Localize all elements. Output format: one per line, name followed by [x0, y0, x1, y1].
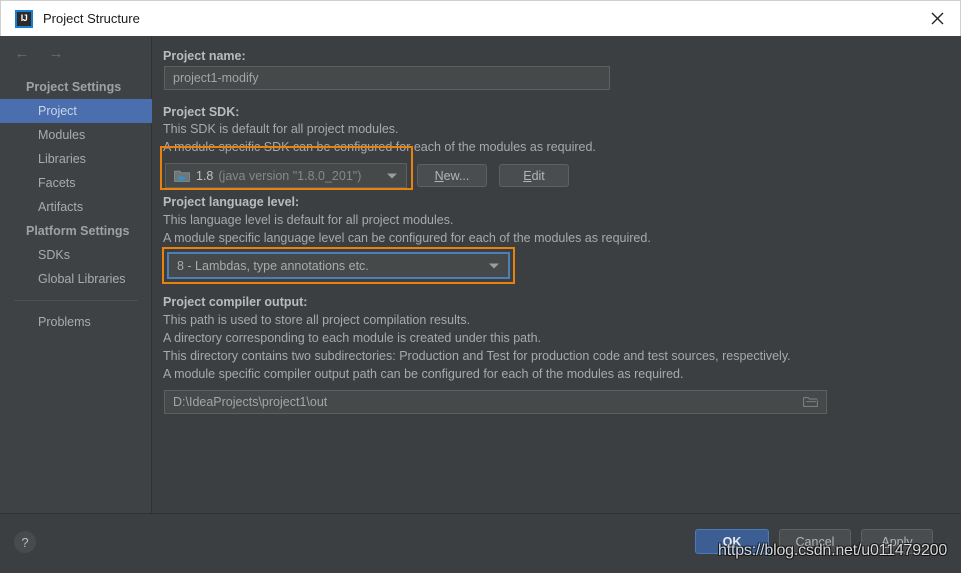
project-sdk-version-detail: (java version "1.8.0_201") — [218, 168, 362, 183]
project-name-input[interactable]: project1-modify — [164, 66, 610, 90]
sidebar-group-platform-settings: Platform Settings — [26, 224, 130, 238]
project-name-label: Project name: — [163, 49, 246, 63]
intellij-idea-logo-icon — [15, 9, 33, 28]
settings-content-panel: Project name: project1-modify Project SD… — [153, 36, 961, 513]
project-sdk-label: Project SDK: — [163, 105, 240, 119]
window-title: Project Structure — [43, 11, 140, 26]
settings-sidebar: ← → Project Settings Project Modules Lib… — [0, 36, 152, 513]
project-language-level-label: Project language level: — [163, 195, 300, 209]
sidebar-divider — [14, 300, 138, 301]
project-language-level-combo[interactable]: 8 - Lambdas, type annotations etc. — [167, 252, 510, 279]
sdk-new-button[interactable]: New... — [417, 164, 487, 187]
arrow-left-icon[interactable]: ← — [14, 46, 30, 61]
project-compiler-output-desc-1: This path is used to store all project c… — [163, 313, 471, 327]
project-name-value: project1-modify — [173, 71, 259, 85]
project-compiler-output-label: Project compiler output: — [163, 295, 308, 309]
help-question-icon[interactable]: ? — [14, 531, 36, 553]
sidebar-item-modules[interactable]: Modules — [0, 123, 152, 147]
sdk-edit-button-label: Edit — [523, 168, 545, 183]
project-language-level-desc-2: A module specific language level can be … — [163, 231, 651, 245]
project-compiler-output-desc-4: A module specific compiler output path c… — [163, 367, 684, 381]
watermark-text: https://blog.csdn.net/u011479200 — [718, 542, 948, 559]
java-sdk-folder-icon — [174, 169, 190, 182]
sidebar-item-libraries[interactable]: Libraries — [0, 147, 152, 171]
arrow-right-icon[interactable]: → — [48, 46, 64, 61]
project-sdk-desc-2: A module specific SDK can be configured … — [163, 140, 596, 154]
project-compiler-output-input[interactable]: D:\IdeaProjects\project1\out — [164, 390, 827, 414]
folder-browse-icon[interactable] — [803, 396, 818, 408]
dialog-body: ← → Project Settings Project Modules Lib… — [0, 36, 961, 573]
project-sdk-desc-1: This SDK is default for all project modu… — [163, 122, 399, 136]
project-structure-dialog: Project Structure ← → Project Settings P… — [0, 0, 961, 573]
help-label: ? — [21, 534, 29, 550]
title-bar: Project Structure — [0, 0, 961, 36]
sidebar-list: Project Settings Project Modules Librari… — [0, 75, 152, 334]
sidebar-item-global-libraries[interactable]: Global Libraries — [0, 267, 152, 291]
sidebar-group-project-settings: Project Settings — [26, 80, 122, 94]
sdk-new-button-label: New... — [434, 168, 470, 183]
project-compiler-output-desc-3: This directory contains two subdirectori… — [163, 349, 791, 363]
chevron-down-icon[interactable] — [387, 173, 397, 178]
sidebar-item-sdks[interactable]: SDKs — [0, 243, 152, 267]
project-compiler-output-desc-2: A directory corresponding to each module… — [163, 331, 541, 345]
project-sdk-combo[interactable]: 1.8 (java version "1.8.0_201") — [165, 163, 407, 188]
close-icon[interactable] — [914, 1, 960, 35]
project-language-level-value: 8 - Lambdas, type annotations etc. — [177, 258, 369, 273]
sdk-edit-button[interactable]: Edit — [499, 164, 569, 187]
sidebar-item-project[interactable]: Project — [0, 99, 152, 123]
sidebar-item-facets[interactable]: Facets — [0, 171, 152, 195]
project-sdk-version: 1.8 — [196, 168, 214, 183]
project-compiler-output-value: D:\IdeaProjects\project1\out — [173, 395, 328, 409]
sidebar-item-problems[interactable]: Problems — [0, 310, 152, 334]
sidebar-item-artifacts[interactable]: Artifacts — [0, 195, 152, 219]
chevron-down-icon[interactable] — [489, 263, 499, 268]
navigation-arrows: ← → — [14, 46, 64, 61]
project-language-level-desc-1: This language level is default for all p… — [163, 213, 454, 227]
